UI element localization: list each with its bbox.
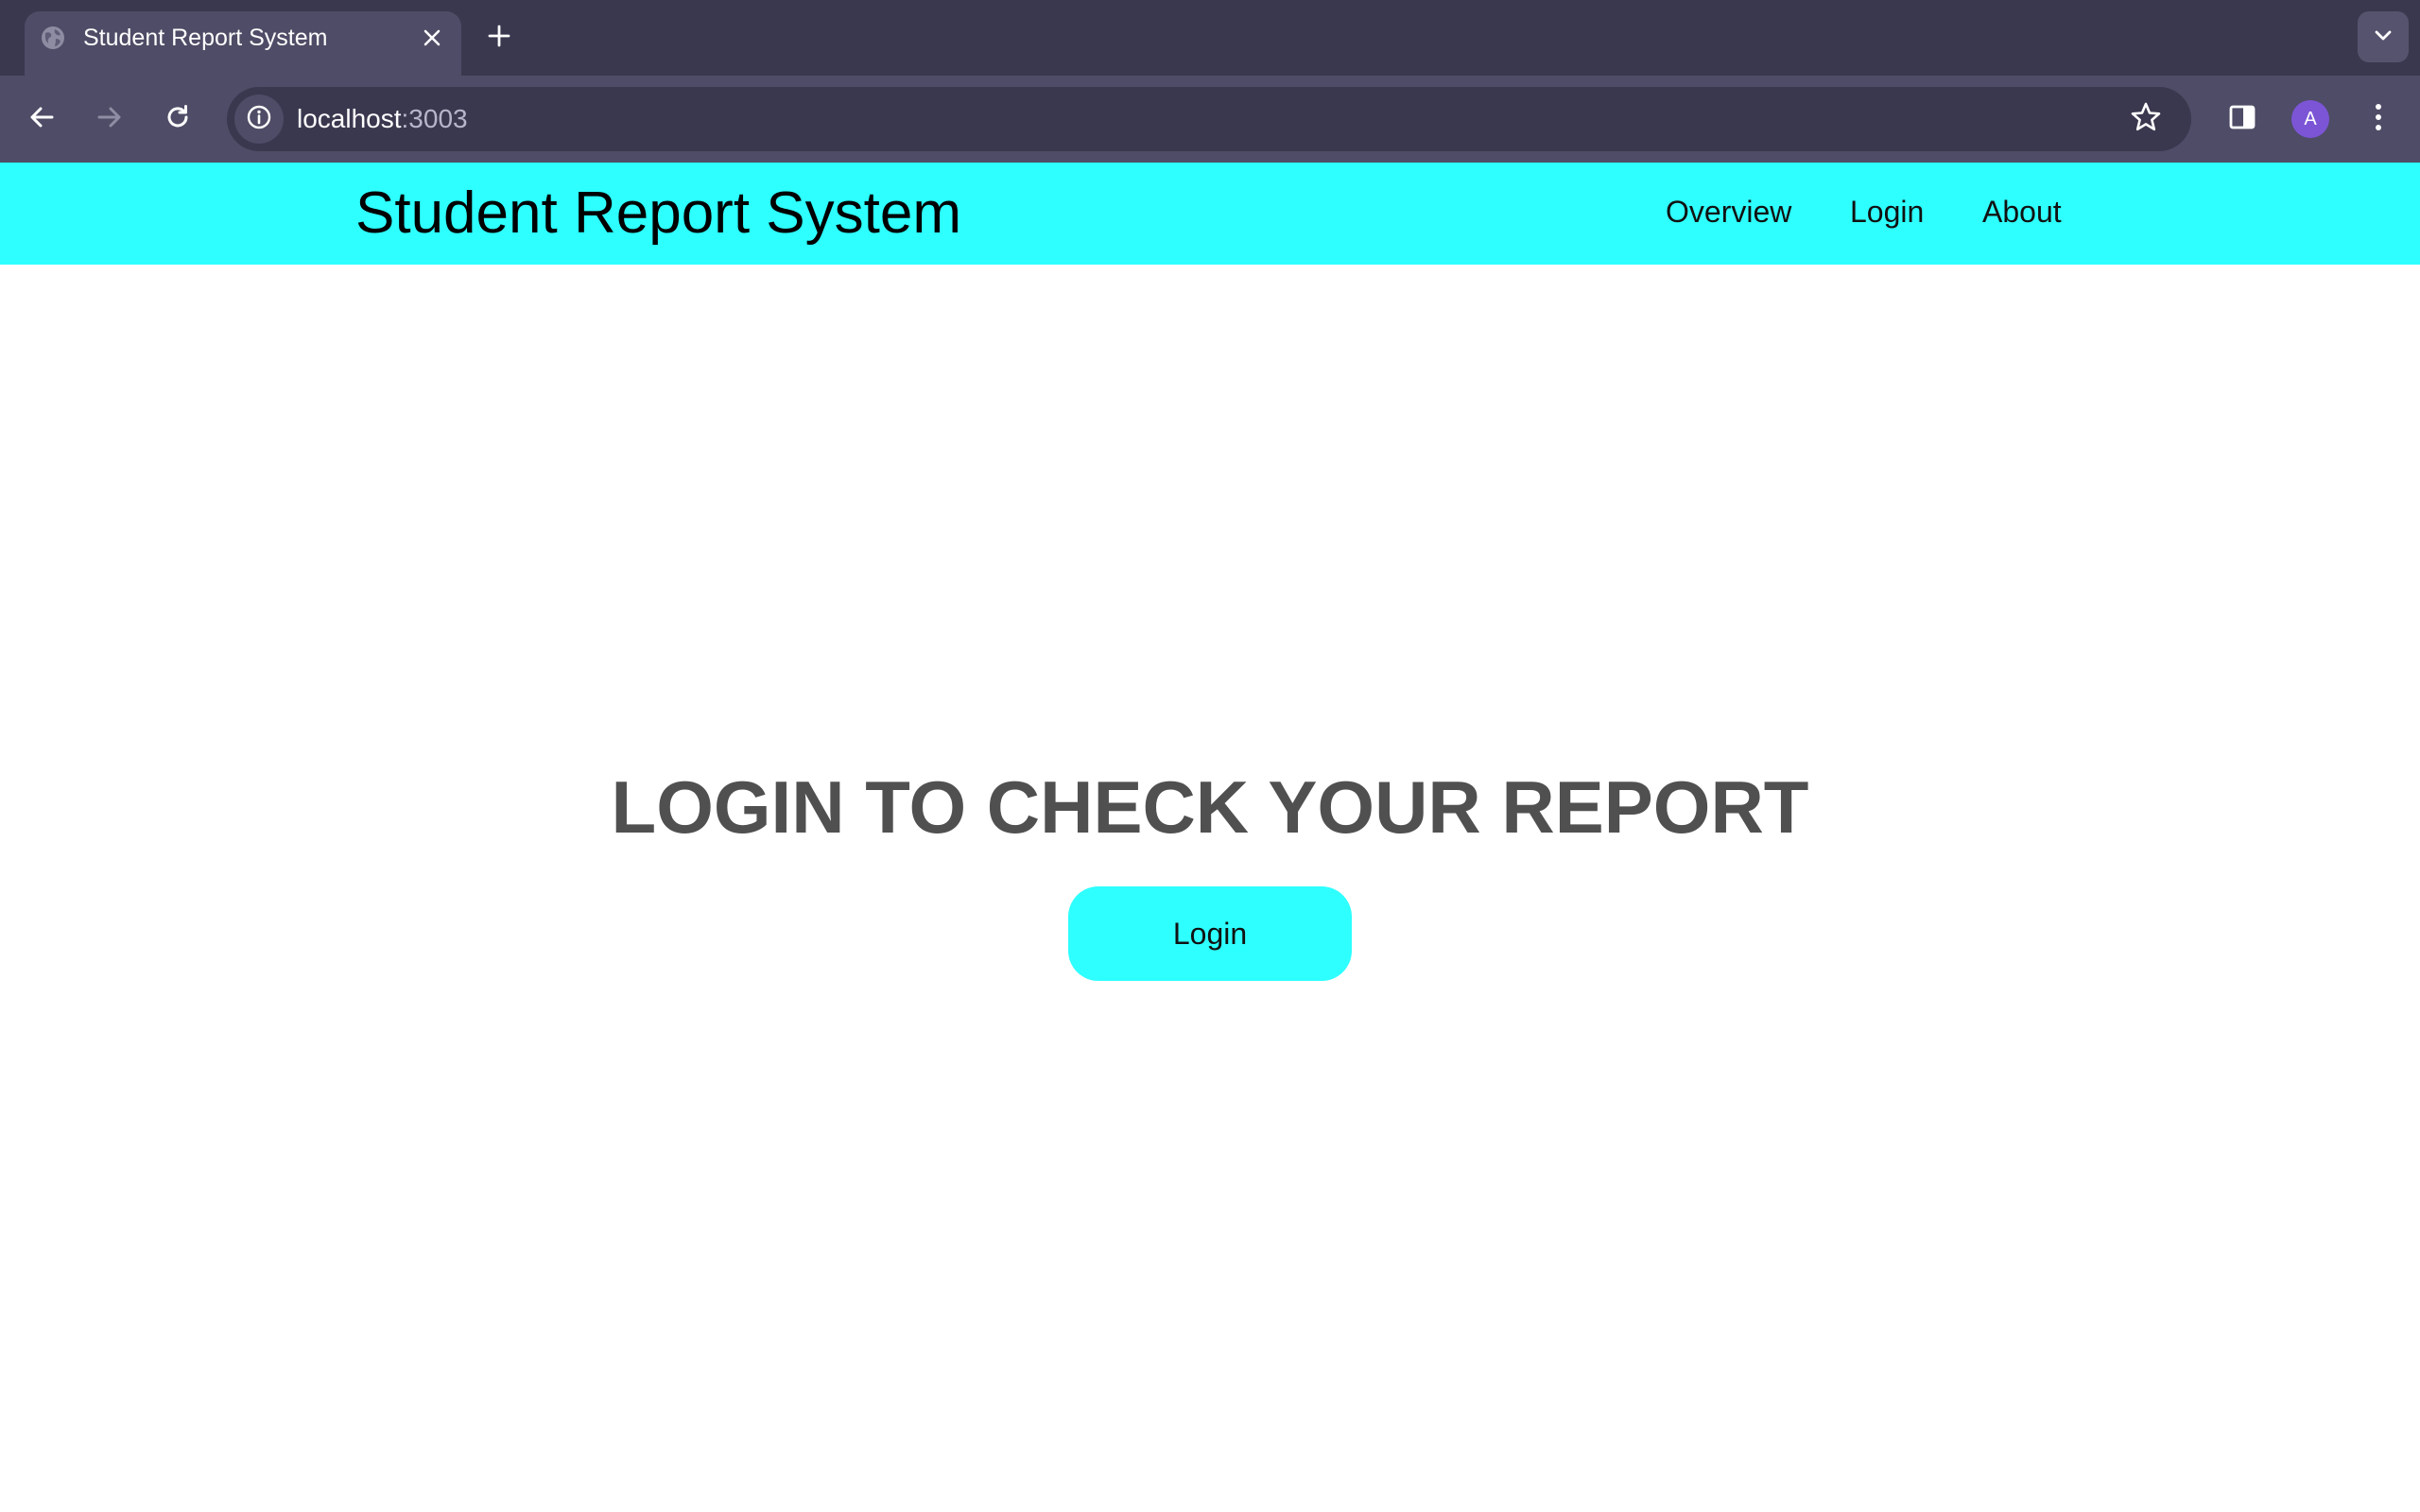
profile-avatar[interactable]: A xyxy=(2291,100,2329,138)
nav-link-about[interactable]: About xyxy=(1982,193,2062,231)
site-brand[interactable]: Student Report System xyxy=(355,180,961,248)
login-button[interactable]: Login xyxy=(1068,886,1352,981)
close-icon[interactable] xyxy=(416,22,448,54)
side-panel-button[interactable] xyxy=(2221,98,2263,140)
reload-button[interactable] xyxy=(157,98,199,140)
globe-icon xyxy=(40,25,66,51)
hero-heading: LOGIN TO CHECK YOUR REPORT xyxy=(611,765,1809,849)
browser-toolbar: localhost:3003 A xyxy=(0,76,2420,163)
url-host: localhost xyxy=(297,104,402,133)
browser-chrome: Student Report System localhost:3003 A xyxy=(0,0,2420,163)
url-text: localhost:3003 xyxy=(297,104,468,134)
plus-icon xyxy=(488,25,510,52)
tab-search-button[interactable] xyxy=(2358,11,2409,62)
kebab-menu-icon xyxy=(2374,102,2383,137)
info-icon xyxy=(246,104,272,135)
new-tab-button[interactable] xyxy=(480,19,518,57)
browser-tab[interactable]: Student Report System xyxy=(25,11,461,76)
address-bar[interactable]: localhost:3003 xyxy=(227,87,2191,151)
site-header: Student Report System Overview Login Abo… xyxy=(0,163,2420,265)
browser-menu-button[interactable] xyxy=(2358,98,2399,140)
reload-icon xyxy=(164,103,192,136)
tab-strip: Student Report System xyxy=(0,0,2420,76)
chevron-down-icon xyxy=(2373,25,2394,50)
side-panel-icon xyxy=(2228,103,2256,136)
nav-link-overview[interactable]: Overview xyxy=(1666,193,1791,231)
site-info-button[interactable] xyxy=(234,94,284,144)
back-button[interactable] xyxy=(21,98,62,140)
forward-button[interactable] xyxy=(89,98,130,140)
arrow-right-icon xyxy=(95,103,124,136)
url-port: :3003 xyxy=(401,104,468,133)
tab-title: Student Report System xyxy=(83,25,328,51)
nav-link-login[interactable]: Login xyxy=(1850,193,1924,231)
arrow-left-icon xyxy=(27,103,56,136)
bookmark-button[interactable] xyxy=(2127,100,2165,138)
star-icon xyxy=(2130,101,2162,138)
